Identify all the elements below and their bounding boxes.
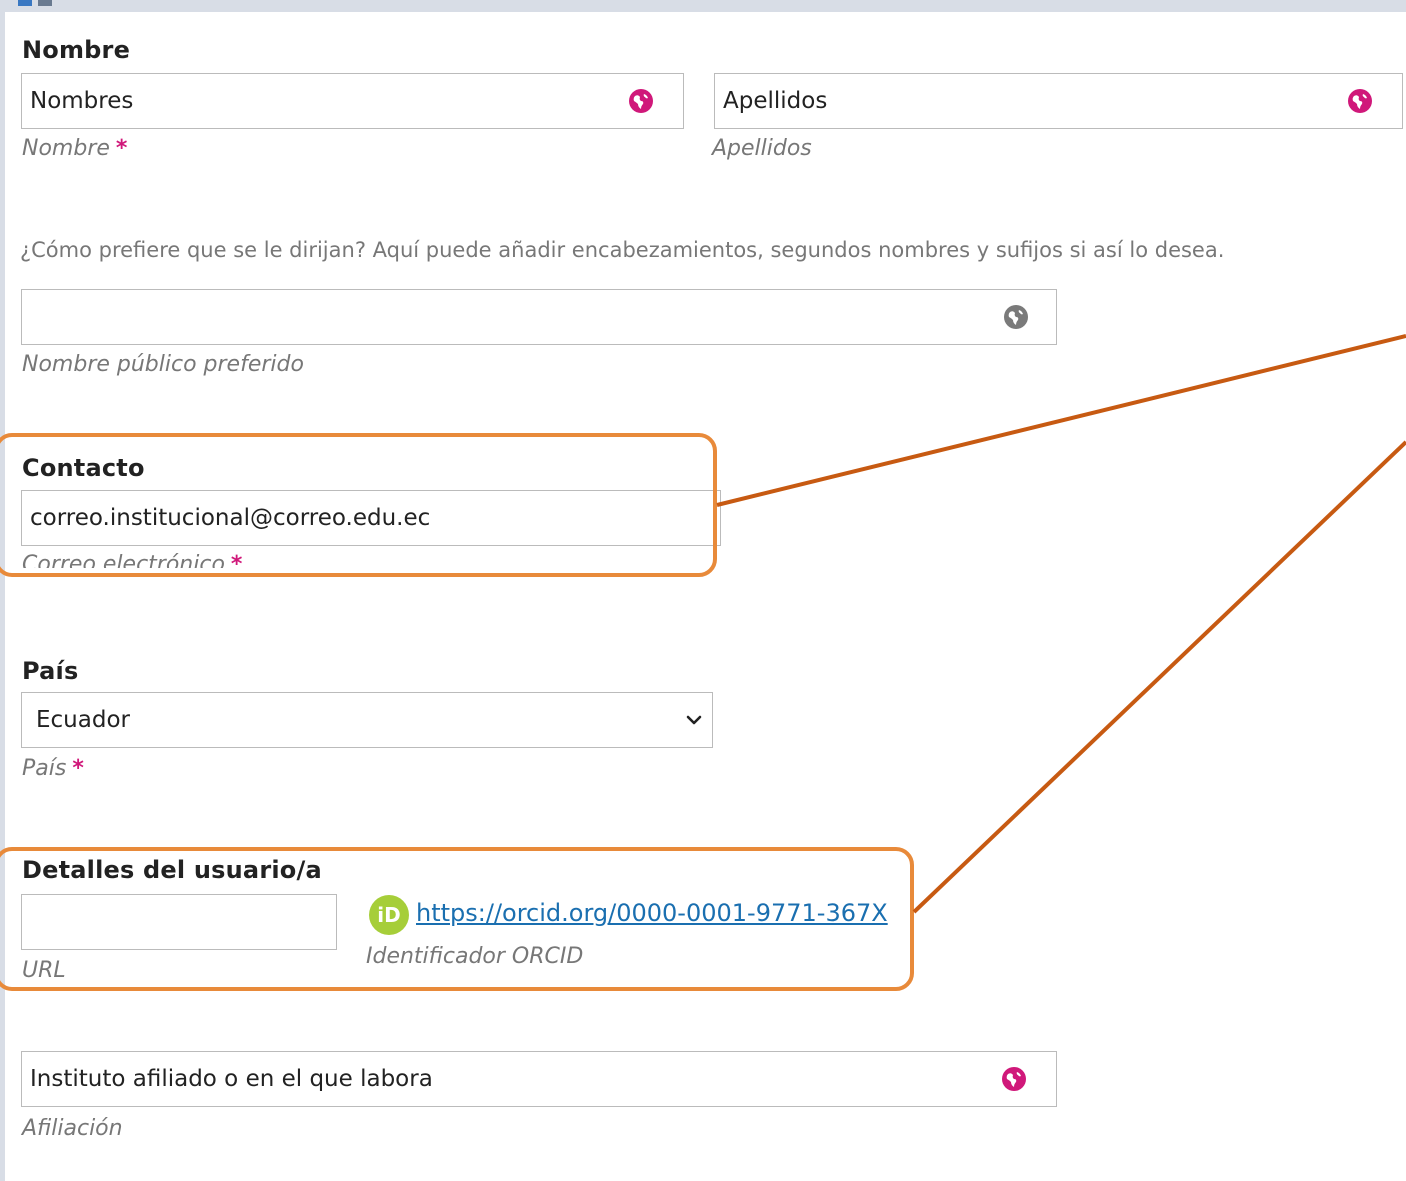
left-border: [0, 12, 5, 1181]
preferred-name-label: Nombre público preferido: [22, 352, 304, 377]
given-name-value: Nombres: [30, 88, 134, 114]
affiliation-value: Instituto afiliado o en el que labora: [30, 1066, 433, 1092]
country-heading: País: [22, 657, 79, 685]
orcid-link[interactable]: https://orcid.org/0000-0001-9771-367X: [416, 899, 888, 927]
callout-connectors: [716, 334, 1406, 914]
connector-line: [912, 440, 1406, 914]
affiliation-input[interactable]: Instituto afiliado o en el que labora: [21, 1051, 1057, 1107]
family-name-label: Apellidos: [712, 136, 812, 161]
name-heading: Nombre: [22, 36, 131, 64]
given-name-input[interactable]: Nombres: [21, 73, 684, 129]
country-label: País *: [22, 756, 84, 781]
toolbar-icon: [18, 0, 32, 6]
family-name-value: Apellidos: [723, 88, 828, 114]
required-marker: *: [72, 756, 84, 781]
user-details-heading: Detalles del usuario/a: [22, 856, 322, 884]
email-input[interactable]: correo.institucional@correo.edu.ec: [21, 490, 721, 546]
orcid-icon: iD: [369, 895, 409, 935]
email-value: correo.institucional@correo.edu.ec: [30, 505, 431, 531]
orcid-label: Identificador ORCID: [366, 944, 584, 969]
family-name-input[interactable]: Apellidos: [714, 73, 1403, 129]
required-marker: *: [115, 136, 128, 161]
required-marker: *: [230, 552, 243, 568]
globe-icon[interactable]: [1004, 305, 1028, 329]
toolbar-icon: [38, 0, 52, 6]
globe-icon[interactable]: [629, 89, 653, 113]
url-label: URL: [22, 958, 66, 983]
globe-icon[interactable]: [1348, 89, 1372, 113]
globe-icon[interactable]: [1002, 1067, 1026, 1091]
affiliation-label: Afiliación: [22, 1116, 123, 1141]
chevron-down-icon: [686, 715, 702, 725]
email-label: Correo electrónico *: [22, 552, 242, 568]
contact-heading: Contacto: [22, 454, 145, 482]
url-input[interactable]: [21, 894, 337, 950]
top-bar: [0, 0, 1406, 12]
preferred-name-input[interactable]: [21, 289, 1057, 345]
email-label-clip: Correo electrónico *: [18, 550, 418, 568]
given-name-label: Nombre *: [22, 136, 128, 161]
country-select[interactable]: Ecuador: [21, 692, 713, 748]
connector-line: [716, 334, 1406, 507]
preferred-name-description: ¿Cómo prefiere que se le dirijan? Aquí p…: [20, 238, 1225, 262]
country-value: Ecuador: [36, 707, 130, 733]
